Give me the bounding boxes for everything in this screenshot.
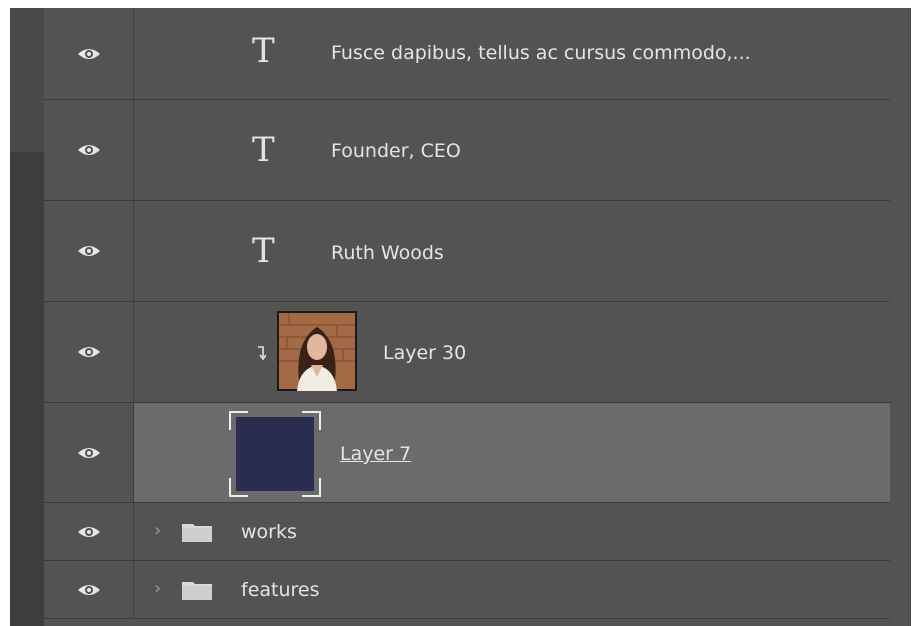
layer-thumbnail-photo[interactable] bbox=[277, 311, 357, 391]
layers-panel: T Fusce dapibus, tellus ac cursus commod… bbox=[10, 8, 911, 626]
eye-icon bbox=[77, 347, 100, 357]
group-name[interactable]: features bbox=[241, 579, 320, 601]
layer-row[interactable]: T Fusce dapibus, tellus ac cursus commod… bbox=[44, 8, 890, 100]
eye-icon bbox=[77, 246, 100, 256]
group-row[interactable]: › works bbox=[44, 503, 890, 561]
scrollbar-thumb[interactable] bbox=[10, 8, 44, 152]
visibility-toggle[interactable] bbox=[44, 561, 134, 618]
visibility-toggle[interactable] bbox=[44, 100, 134, 200]
text-layer-icon: T bbox=[252, 231, 275, 271]
layer-row-selected[interactable]: Layer 7 bbox=[44, 403, 890, 503]
layer-name[interactable]: Ruth Woods bbox=[331, 242, 444, 264]
folder-icon bbox=[182, 524, 212, 542]
eye-icon bbox=[77, 526, 100, 537]
layer-name[interactable]: Founder, CEO bbox=[331, 140, 461, 162]
folder-icon bbox=[182, 582, 212, 600]
chevron-right-icon[interactable]: › bbox=[154, 522, 161, 540]
eye-icon bbox=[77, 48, 100, 59]
text-layer-icon: T bbox=[252, 130, 275, 170]
eye-icon bbox=[77, 584, 100, 595]
layer-name[interactable]: Layer 7 bbox=[340, 443, 411, 465]
layers-list: T Fusce dapibus, tellus ac cursus commod… bbox=[44, 8, 911, 626]
eye-icon bbox=[77, 145, 100, 155]
visibility-toggle[interactable] bbox=[44, 302, 134, 402]
layer-row[interactable]: Layer 30 bbox=[44, 302, 890, 403]
eye-icon bbox=[77, 447, 100, 458]
layer-thumbnail-shape[interactable] bbox=[228, 410, 322, 498]
visibility-toggle[interactable] bbox=[44, 8, 134, 99]
visibility-toggle[interactable] bbox=[44, 503, 134, 560]
layer-row[interactable]: T Founder, CEO bbox=[44, 100, 890, 201]
visibility-toggle[interactable] bbox=[44, 403, 134, 502]
scrollbar-track[interactable] bbox=[10, 8, 44, 626]
chevron-right-icon[interactable]: › bbox=[154, 580, 161, 598]
group-row[interactable]: › features bbox=[44, 561, 890, 619]
layer-name[interactable]: Layer 30 bbox=[383, 342, 466, 364]
clipping-mask-arrow-icon bbox=[258, 346, 266, 360]
text-layer-icon: T bbox=[252, 31, 275, 71]
visibility-toggle[interactable] bbox=[44, 201, 134, 301]
group-name[interactable]: works bbox=[241, 521, 297, 543]
layer-row[interactable]: T Ruth Woods bbox=[44, 201, 890, 302]
layer-name[interactable]: Fusce dapibus, tellus ac cursus commodo,… bbox=[331, 42, 751, 64]
